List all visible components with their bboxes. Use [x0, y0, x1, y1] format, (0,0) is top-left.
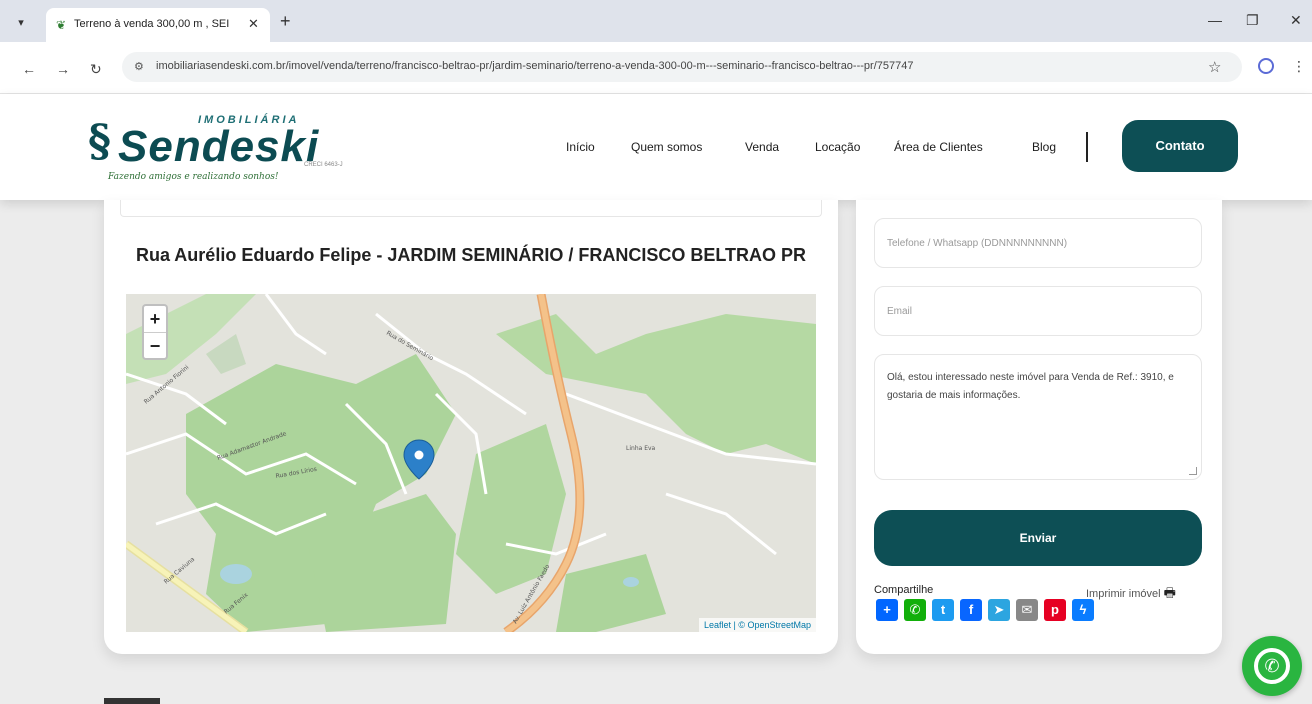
logo-main-text: Sendeski — [118, 122, 320, 171]
url-field[interactable]: ⚙ imobiliariasendeski.com.br/imovel/vend… — [122, 52, 1242, 82]
contact-form-card: Telefone / Whatsapp (DDNNNNNNNNN) Email … — [856, 200, 1222, 654]
scroll-to-top-button[interactable] — [104, 698, 160, 704]
browser-menu-icon[interactable]: ⋮ — [1292, 58, 1306, 75]
nav-quem-somos[interactable]: Quem somos — [631, 140, 702, 154]
print-link[interactable]: Imprimir imóvel 🖶 — [1086, 584, 1176, 606]
site-header: § IMOBILIÁRIA Sendeski CRECI 6463-J Faze… — [0, 94, 1312, 200]
logo-slogan: Fazendo amigos e realizando sonhos! — [108, 172, 279, 182]
tab-title: Terreno à venda 300,00 m , SEI — [74, 18, 230, 30]
phone-field[interactable]: Telefone / Whatsapp (DDNNNNNNNNN) — [874, 218, 1202, 268]
minimize-icon[interactable]: — — [1208, 12, 1222, 28]
map-tiles: Rua Adamastor Andrade Rua dos Lírios Rua… — [126, 294, 816, 632]
zoom-in-button[interactable]: + — [144, 306, 166, 332]
send-button[interactable]: Enviar — [874, 510, 1202, 566]
message-text: Olá, estou interessado neste imóvel para… — [887, 372, 1174, 401]
reload-icon[interactable]: ↻ — [90, 62, 102, 76]
messenger-share-icon[interactable]: ϟ — [1072, 599, 1094, 621]
back-icon[interactable]: ← — [22, 62, 36, 76]
url-text: imobiliariasendeski.com.br/imovel/venda/… — [156, 60, 914, 72]
message-textarea[interactable]: Olá, estou interessado neste imóvel para… — [874, 354, 1202, 480]
logo[interactable]: § IMOBILIÁRIA Sendeski CRECI 6463-J Faze… — [88, 106, 348, 188]
site-info-icon[interactable]: ⚙ — [134, 60, 144, 73]
address-bar-row: ← → ↻ ⚙ imobiliariasendeski.com.br/imove… — [0, 42, 1312, 94]
nav-inicio[interactable]: Início — [566, 140, 595, 154]
map-card: Rua Aurélio Eduardo Felipe - JARDIM SEMI… — [104, 200, 838, 654]
map[interactable]: Rua Adamastor Andrade Rua dos Lírios Rua… — [126, 294, 816, 632]
restore-icon[interactable]: ❐ — [1246, 12, 1259, 29]
nav-locacao[interactable]: Locação — [815, 140, 860, 154]
profile-icon[interactable] — [1258, 58, 1274, 74]
contact-button[interactable]: Contato — [1122, 120, 1238, 172]
resize-handle-icon[interactable] — [1189, 467, 1197, 475]
forward-icon[interactable]: → — [56, 62, 70, 76]
whatsapp-icon: ✆ — [1254, 648, 1290, 684]
nav-divider — [1086, 132, 1088, 162]
twitter-share-icon[interactable]: t — [932, 599, 954, 621]
map-address-title: Rua Aurélio Eduardo Felipe - JARDIM SEMI… — [135, 245, 807, 265]
telegram-share-icon[interactable]: ➤ — [988, 599, 1010, 621]
logo-creci: CRECI 6463-J — [304, 162, 343, 168]
card-top-edge — [120, 200, 822, 217]
pinterest-share-icon[interactable]: p — [1044, 599, 1066, 621]
close-tab-icon[interactable]: ✕ — [248, 16, 259, 32]
street-label: Linha Eva — [626, 445, 656, 452]
email-field[interactable]: Email — [874, 286, 1202, 336]
facebook-share-icon[interactable]: f — [960, 599, 982, 621]
whatsapp-float-button[interactable]: ✆ — [1242, 636, 1302, 696]
nav-venda[interactable]: Venda — [745, 140, 779, 154]
nav-blog[interactable]: Blog — [1032, 140, 1056, 154]
site-favicon-icon: ❦ — [56, 18, 67, 32]
browser-tab[interactable]: ❦ Terreno à venda 300,00 m , SEI ✕ — [46, 8, 270, 42]
share-plus-icon[interactable]: + — [876, 599, 898, 621]
printer-icon: 🖶 — [1163, 585, 1176, 600]
new-tab-icon[interactable]: + — [280, 12, 291, 30]
browser-tab-bar: ▾ ❦ Terreno à venda 300,00 m , SEI ✕ + —… — [0, 0, 1312, 42]
bookmark-star-icon[interactable]: ☆ — [1208, 58, 1221, 76]
logo-mark-icon: § — [88, 116, 112, 167]
tab-search-icon[interactable]: ▾ — [10, 12, 32, 34]
zoom-out-button[interactable]: − — [144, 332, 166, 358]
print-label-text: Imprimir imóvel — [1086, 588, 1161, 600]
share-label: Compartilhe — [874, 584, 934, 596]
map-attribution[interactable]: Leaflet | © OpenStreetMap — [698, 618, 816, 632]
nav-area-clientes[interactable]: Área de Clientes — [894, 140, 983, 154]
close-window-icon[interactable]: ✕ — [1290, 12, 1302, 29]
email-share-icon[interactable]: ✉ — [1016, 599, 1038, 621]
zoom-control: + − — [142, 304, 168, 360]
whatsapp-share-icon[interactable]: ✆ — [904, 599, 926, 621]
